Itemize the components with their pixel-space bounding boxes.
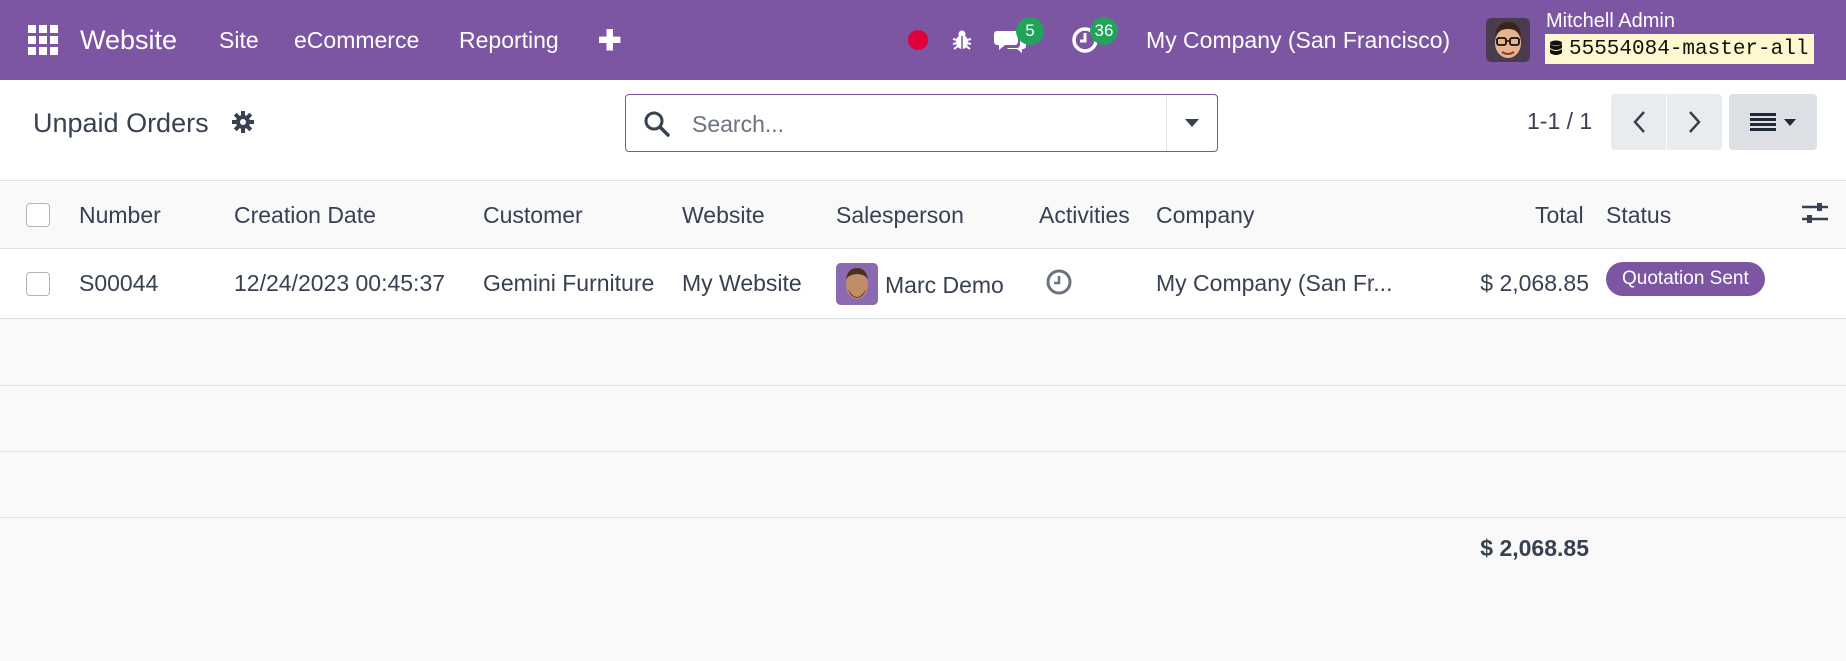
user-name[interactable]: Mitchell Admin <box>1546 10 1675 33</box>
caret-down-icon <box>1784 118 1796 126</box>
optional-columns-sliders-icon[interactable] <box>1802 201 1828 231</box>
column-number[interactable]: Number <box>79 202 161 229</box>
menu-ecommerce[interactable]: eCommerce <box>294 0 419 80</box>
column-status[interactable]: Status <box>1606 202 1671 229</box>
new-menu-plus-icon[interactable]: ✚ <box>598 0 621 80</box>
table-header: Number Creation Date Customer Website Sa… <box>0 181 1846 249</box>
company: My Company (San Fr... <box>1156 270 1393 296</box>
menu-reporting[interactable]: Reporting <box>459 0 559 80</box>
column-customer[interactable]: Customer <box>483 202 583 229</box>
column-creation-date[interactable]: Creation Date <box>234 202 376 229</box>
status-badge: Quotation Sent <box>1606 262 1765 296</box>
order-number: S00044 <box>79 270 159 296</box>
view-switcher-button[interactable] <box>1729 94 1817 150</box>
list-view-icon <box>1750 113 1776 131</box>
database-icon <box>1550 40 1562 55</box>
menu-site[interactable]: Site <box>219 0 259 80</box>
row-checkbox[interactable] <box>26 272 50 296</box>
chevron-right-icon <box>1688 111 1701 133</box>
activity-clock-icon[interactable] <box>1045 268 1073 302</box>
salesperson-name: Marc Demo <box>885 272 1004 298</box>
search-icon <box>643 110 671 143</box>
pager-value[interactable]: 1-1 / 1 <box>1527 108 1592 135</box>
search-input[interactable] <box>690 105 1174 143</box>
column-website[interactable]: Website <box>682 202 765 229</box>
recording-indicator-icon[interactable] <box>908 0 928 80</box>
search-box <box>625 94 1218 152</box>
column-company[interactable]: Company <box>1156 202 1254 229</box>
apps-menu-icon[interactable] <box>28 0 60 80</box>
empty-row <box>0 386 1846 452</box>
caret-down-icon <box>1185 119 1199 127</box>
gear-icon[interactable] <box>231 110 255 139</box>
top-navbar: Website Site eCommerce Reporting ✚ 5 36 <box>0 0 1846 80</box>
debug-bug-icon[interactable] <box>950 0 974 80</box>
app-title[interactable]: Website <box>80 0 177 80</box>
column-salesperson[interactable]: Salesperson <box>836 202 964 229</box>
messages-count-badge: 5 <box>1016 17 1044 45</box>
control-panel: Unpaid Orders Search... 1-1 / 1 <box>0 80 1846 181</box>
database-label: 55554084-master-all <box>1545 34 1815 64</box>
messages-chat-icon[interactable]: 5 <box>994 0 1044 80</box>
creation-date: 12/24/2023 00:45:37 <box>234 270 446 296</box>
search-options-toggle[interactable] <box>1166 95 1217 151</box>
user-avatar[interactable] <box>1486 0 1530 80</box>
pager-previous-button[interactable] <box>1611 94 1666 150</box>
website: My Website <box>682 270 802 296</box>
empty-row <box>0 452 1846 518</box>
column-activities[interactable]: Activities <box>1039 202 1130 229</box>
activities-count-badge: 36 <box>1090 17 1118 45</box>
salesperson-avatar[interactable] <box>836 263 878 305</box>
pager-next-button[interactable] <box>1667 94 1722 150</box>
order-total: $ 2,068.85 <box>1480 270 1589 296</box>
aggregate-total: $ 2,068.85 <box>1480 535 1589 561</box>
customer: Gemini Furniture <box>483 270 655 296</box>
company-switcher[interactable]: My Company (San Francisco) <box>1146 0 1450 80</box>
chevron-left-icon <box>1632 111 1645 133</box>
database-name: 55554084-master-all <box>1569 37 1809 61</box>
empty-row <box>0 320 1846 386</box>
select-all-checkbox[interactable] <box>26 203 50 227</box>
activities-clock-icon[interactable]: 36 <box>1070 0 1118 80</box>
column-total[interactable]: Total <box>1535 202 1584 229</box>
page-title: Unpaid Orders <box>33 108 209 138</box>
table-row[interactable]: S00044 12/24/2023 00:45:37 Gemini Furnit… <box>0 249 1846 319</box>
